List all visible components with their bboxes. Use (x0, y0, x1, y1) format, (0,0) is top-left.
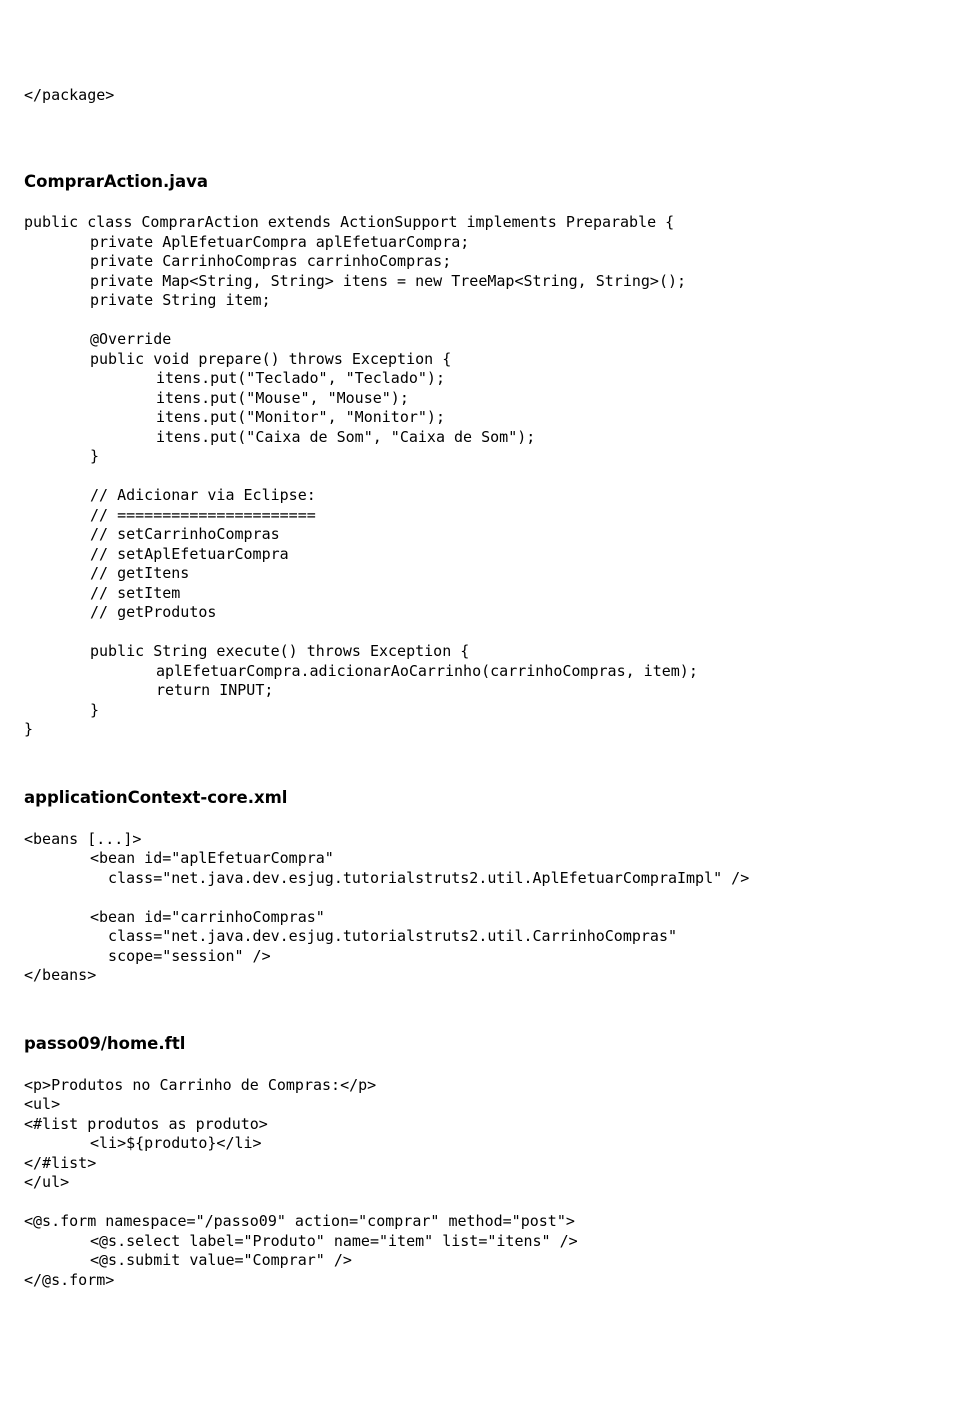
code-line: } (24, 701, 936, 721)
code-line: itens.put("Caixa de Som", "Caixa de Som"… (24, 428, 936, 448)
code-line: private AplEfetuarCompra aplEfetuarCompr… (24, 233, 936, 253)
code-line: } (24, 720, 33, 738)
section-heading-home-ftl: passo09/home.ftl (24, 1033, 936, 1054)
code-line: itens.put("Mouse", "Mouse"); (24, 389, 936, 409)
code-block-0: </package> (24, 86, 936, 106)
code-line: itens.put("Teclado", "Teclado"); (24, 369, 936, 389)
code-block-home-ftl: <p>Produtos no Carrinho de Compras:</p> … (24, 1076, 936, 1291)
code-line: public void prepare() throws Exception { (24, 350, 936, 370)
code-line: public String execute() throws Exception… (24, 642, 936, 662)
code-line: itens.put("Monitor", "Monitor"); (24, 408, 936, 428)
code-line: return INPUT; (24, 681, 936, 701)
code-line: <li>${produto}</li> (24, 1134, 936, 1154)
code-line: <ul> (24, 1095, 60, 1113)
code-line: // getItens (24, 564, 936, 584)
code-line: </beans> (24, 966, 96, 984)
code-line: private CarrinhoCompras carrinhoCompras; (24, 252, 936, 272)
code-line: <bean id="aplEfetuarCompra" (24, 849, 936, 869)
code-line: // setCarrinhoCompras (24, 525, 936, 545)
code-line: // Adicionar via Eclipse: (24, 486, 936, 506)
code-line: // setAplEfetuarCompra (24, 545, 936, 565)
code-line: public class ComprarAction extends Actio… (24, 213, 674, 231)
code-line: </#list> (24, 1154, 96, 1172)
code-line: <#list produtos as produto> (24, 1115, 268, 1133)
code-line: </package> (24, 86, 114, 104)
code-line: <p>Produtos no Carrinho de Compras:</p> (24, 1076, 376, 1094)
section-heading-application-context: applicationContext-core.xml (24, 787, 936, 808)
code-line: private Map<String, String> itens = new … (24, 272, 936, 292)
code-line: aplEfetuarCompra.adicionarAoCarrinho(car… (24, 662, 936, 682)
code-line: <beans [...]> (24, 830, 141, 848)
code-line: private String item; (24, 291, 936, 311)
code-line: class="net.java.dev.esjug.tutorialstruts… (24, 869, 936, 889)
code-line: scope="session" /> (24, 947, 936, 967)
code-line: // getProdutos (24, 603, 936, 623)
code-line: <@s.select label="Produto" name="item" l… (24, 1232, 936, 1252)
code-line: <@s.submit value="Comprar" /> (24, 1251, 936, 1271)
code-line: class="net.java.dev.esjug.tutorialstruts… (24, 927, 936, 947)
code-block-comprar-action: public class ComprarAction extends Actio… (24, 213, 936, 740)
code-block-application-context: <beans [...]> <bean id="aplEfetuarCompra… (24, 830, 936, 986)
code-line: // ====================== (24, 506, 936, 526)
code-line: </ul> (24, 1173, 69, 1191)
code-line: <@s.form namespace="/passo09" action="co… (24, 1212, 575, 1230)
code-line: @Override (24, 330, 936, 350)
code-line: <bean id="carrinhoCompras" (24, 908, 936, 928)
code-line: } (24, 447, 936, 467)
section-heading-comprar-action: ComprarAction.java (24, 171, 936, 192)
code-line: // setItem (24, 584, 936, 604)
code-line: </@s.form> (24, 1271, 114, 1289)
